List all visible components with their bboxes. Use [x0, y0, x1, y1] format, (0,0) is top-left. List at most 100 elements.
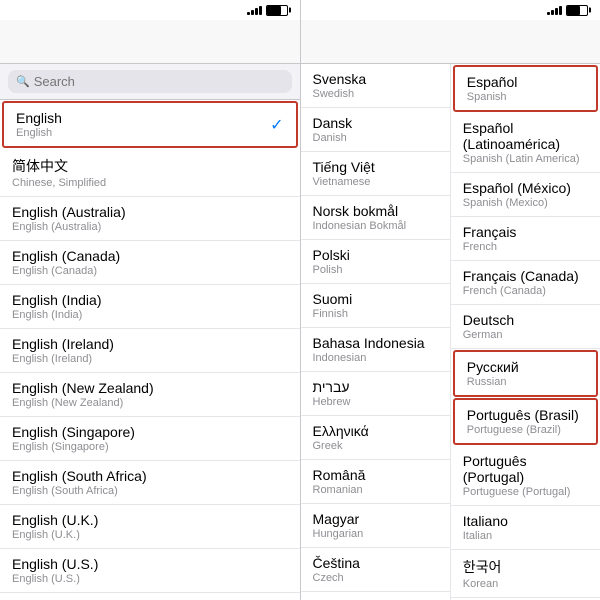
lang-primary: English (Australia): [12, 204, 126, 220]
signal-icon: [247, 5, 262, 15]
right-right-lang-item-7[interactable]: Português (Brasil) Portuguese (Brazil): [453, 398, 598, 445]
lang-secondary: Finnish: [313, 308, 353, 320]
right-left-lang-item-5[interactable]: Suomi Finnish: [301, 284, 450, 328]
lang-secondary: Indonesian: [313, 352, 425, 364]
lang-primary: Français (Canada): [463, 268, 579, 284]
lang-primary: Svenska: [313, 71, 367, 87]
left-lang-item-9[interactable]: English (U.K.) English (U.K.): [0, 505, 300, 549]
lang-primary: Русский: [467, 359, 519, 375]
right-right-lang-item-2[interactable]: Español (México) Spanish (Mexico): [451, 173, 600, 217]
left-lang-item-8[interactable]: English (South Africa) English (South Af…: [0, 461, 300, 505]
search-icon: 🔍: [16, 75, 30, 88]
right-left-lang-item-4[interactable]: Polski Polish: [301, 240, 450, 284]
right-right-lang-item-5[interactable]: Deutsch German: [451, 305, 600, 349]
lang-secondary: Polish: [313, 264, 350, 276]
left-lang-item-4[interactable]: English (India) English (India): [0, 285, 300, 329]
right-left-lang-item-1[interactable]: Dansk Danish: [301, 108, 450, 152]
lang-primary: Dansk: [313, 115, 353, 131]
lang-secondary: Spanish (Latin America): [463, 153, 588, 165]
right-left-lang-item-12[interactable]: Hrvatski Croatian: [301, 592, 450, 600]
lang-secondary: Spanish (Mexico): [463, 197, 571, 209]
lang-primary: Español: [467, 74, 518, 90]
lang-secondary: Spanish: [467, 91, 518, 103]
right-left-lang-item-11[interactable]: Čeština Czech: [301, 548, 450, 592]
right-right-lang-item-8[interactable]: Português (Portugal) Portuguese (Portuga…: [451, 446, 600, 506]
right-cancel-button[interactable]: [309, 38, 353, 46]
left-lang-item-10[interactable]: English (U.S.) English (U.S.): [0, 549, 300, 593]
right-right-lang-item-0[interactable]: Español Spanish: [453, 65, 598, 112]
lang-secondary: Portuguese (Brazil): [467, 424, 579, 436]
right-right-lang-item-4[interactable]: Français (Canada) French (Canada): [451, 261, 600, 305]
right-left-lang-item-6[interactable]: Bahasa Indonesia Indonesian: [301, 328, 450, 372]
lang-secondary: Hebrew: [313, 396, 351, 408]
search-input[interactable]: [34, 74, 284, 89]
right-right-lang-item-3[interactable]: Français French: [451, 217, 600, 261]
lang-secondary: Italian: [463, 530, 508, 542]
lang-primary: English (Singapore): [12, 424, 135, 440]
right-left-lang-item-0[interactable]: Svenska Swedish: [301, 64, 450, 108]
left-lang-item-11[interactable]: 繁體中文 Chinese, Traditional: [0, 593, 300, 600]
signal-icon-right: [547, 5, 562, 15]
lang-secondary: Russian: [467, 376, 519, 388]
right-left-lang-item-10[interactable]: Magyar Hungarian: [301, 504, 450, 548]
left-lang-item-1[interactable]: 简体中文 Chinese, Simplified: [0, 149, 300, 197]
lang-secondary: English (Ireland): [12, 353, 114, 365]
right-right-lang-item-9[interactable]: Italiano Italian: [451, 506, 600, 550]
lang-secondary: English (Australia): [12, 221, 126, 233]
right-left-lang-item-9[interactable]: Română Romanian: [301, 460, 450, 504]
lang-secondary: Vietnamese: [313, 176, 375, 188]
lang-secondary: English (Canada): [12, 265, 120, 277]
search-bar: 🔍: [0, 64, 300, 100]
right-right-lang-item-1[interactable]: Español (Latinoamérica) Spanish (Latin A…: [451, 113, 600, 173]
left-lang-item-7[interactable]: English (Singapore) English (Singapore): [0, 417, 300, 461]
right-left-lang-item-8[interactable]: Ελληνικά Greek: [301, 416, 450, 460]
lang-secondary: French (Canada): [463, 285, 579, 297]
right-right-lang-item-6[interactable]: Русский Russian: [453, 350, 598, 397]
lang-primary: עברית: [313, 379, 351, 395]
left-cancel-button[interactable]: [8, 38, 52, 46]
right-language-list-left: Svenska Swedish Dansk Danish Tiếng Việt …: [301, 64, 451, 600]
lang-secondary: Danish: [313, 132, 353, 144]
lang-secondary: English (U.S.): [12, 573, 98, 585]
lang-primary: Español (Latinoamérica): [463, 120, 588, 152]
right-left-lang-item-2[interactable]: Tiếng Việt Vietnamese: [301, 152, 450, 196]
lang-secondary: Hungarian: [313, 528, 364, 540]
lang-secondary: German: [463, 329, 514, 341]
left-panel: 🔍 English English ✓ 简体中文 Chinese, Simpli…: [0, 20, 301, 600]
lang-secondary: Indonesian Bokmål: [313, 220, 407, 232]
lang-primary: Norsk bokmål: [313, 203, 407, 219]
lang-primary: Română: [313, 467, 366, 483]
lang-secondary: English: [16, 127, 62, 139]
left-lang-item-2[interactable]: English (Australia) English (Australia): [0, 197, 300, 241]
right-language-list-right: Español Spanish Español (Latinoamérica) …: [451, 64, 600, 600]
lang-primary: Suomi: [313, 291, 353, 307]
lang-secondary: English (Singapore): [12, 441, 135, 453]
lang-primary: English (Ireland): [12, 336, 114, 352]
right-nav-bar: [301, 20, 600, 64]
lang-primary: English (New Zealand): [12, 380, 154, 396]
left-lang-item-6[interactable]: English (New Zealand) English (New Zeala…: [0, 373, 300, 417]
right-left-lang-item-3[interactable]: Norsk bokmål Indonesian Bokmål: [301, 196, 450, 240]
lang-secondary: Greek: [313, 440, 369, 452]
left-lang-item-5[interactable]: English (Ireland) English (Ireland): [0, 329, 300, 373]
lang-primary: English (U.S.): [12, 556, 98, 572]
lang-primary: Čeština: [313, 555, 360, 571]
lang-primary: English (Canada): [12, 248, 120, 264]
lang-primary: English (U.K.): [12, 512, 98, 528]
lang-primary: English (South Africa): [12, 468, 147, 484]
battery-icon-right: [566, 5, 588, 16]
lang-primary: 简体中文: [12, 156, 106, 176]
lang-secondary: English (India): [12, 309, 102, 321]
lang-primary: 한국어: [463, 557, 502, 577]
left-lang-item-0[interactable]: English English ✓: [2, 101, 298, 148]
lang-primary: Ελληνικά: [313, 423, 369, 439]
lang-secondary: Swedish: [313, 88, 367, 100]
lang-secondary: English (South Africa): [12, 485, 147, 497]
right-left-lang-item-7[interactable]: עברית Hebrew: [301, 372, 450, 416]
left-done-button[interactable]: [248, 38, 292, 46]
right-right-lang-item-10[interactable]: 한국어 Korean: [451, 550, 600, 598]
lang-secondary: English (New Zealand): [12, 397, 154, 409]
left-lang-item-3[interactable]: English (Canada) English (Canada): [0, 241, 300, 285]
lang-primary: Bahasa Indonesia: [313, 335, 425, 351]
lang-primary: Français: [463, 224, 517, 240]
